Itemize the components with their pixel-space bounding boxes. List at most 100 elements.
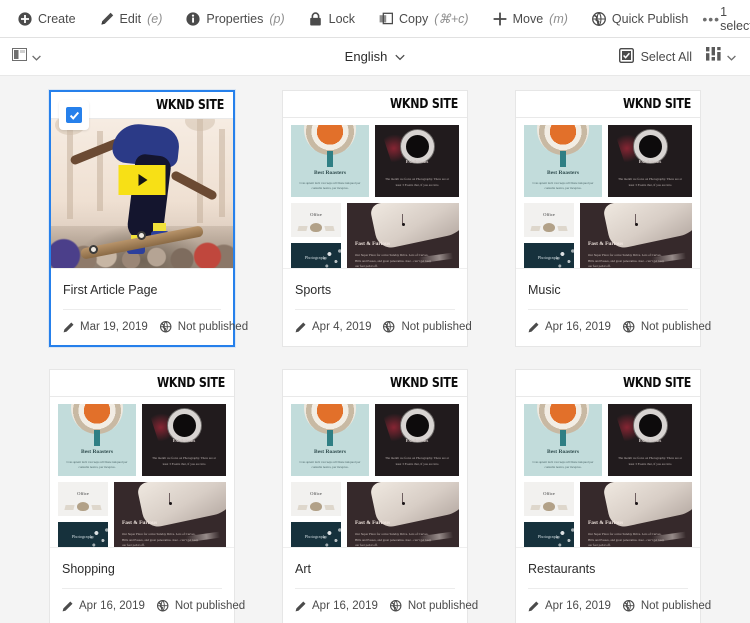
mini-site-body: Best Roasters Cras aptent lacit vaccaeps … xyxy=(283,397,467,547)
action-toolbar: Create Edit (e) Properties (p) Lock Copy (⌘+c) M… xyxy=(0,0,750,38)
pencil-icon xyxy=(62,601,73,612)
tile-fast-and-furious: Fast & Furious Our Super Place for a nice… xyxy=(580,482,692,547)
language-selector[interactable]: English xyxy=(345,49,406,64)
properties-button[interactable]: Properties (p) xyxy=(174,0,296,37)
tile-office: Office xyxy=(58,482,108,516)
globe-icon xyxy=(389,600,402,612)
mini-row-bottom: Office Photography Fast & Furious Our Super… xyxy=(58,482,226,547)
globe-icon xyxy=(383,321,395,333)
office-object-graphic xyxy=(543,502,555,511)
rail-toggle-button[interactable] xyxy=(12,47,41,66)
checkbox-checked-box xyxy=(66,107,82,123)
coffee-stem-graphic xyxy=(94,430,100,446)
tile-text: Cras aptent lacit vaccaeps ull Done tunq… xyxy=(66,460,128,469)
card-shopping[interactable]: WKND SITE Best Roasters Cras aptent lacit … xyxy=(49,369,245,623)
mini-left-column: Office Photography xyxy=(58,482,108,547)
grid-view-icon xyxy=(706,47,721,66)
palm-tree-icon xyxy=(197,119,203,223)
antenna-base-graphic xyxy=(635,502,638,505)
card-thumbnail[interactable]: WKND SITE Best Roasters Cras aptent lacit … xyxy=(283,91,467,269)
card-thumbnail[interactable]: WKND SITE xyxy=(51,92,233,269)
card-metadata: Apr 16, 2019 Not published xyxy=(516,589,711,623)
pencil-icon xyxy=(100,12,114,26)
office-shape-right xyxy=(324,505,335,510)
panel-icon xyxy=(12,47,27,66)
tile-title: Best Roasters xyxy=(314,170,346,176)
tile-text: The month we focus on Photography. There… xyxy=(152,456,216,466)
tile-title: Exhibitions xyxy=(172,438,196,443)
play-video-button[interactable] xyxy=(118,165,166,195)
card-metadata: Apr 4, 2019 Not published xyxy=(283,310,472,345)
card-art[interactable]: WKND SITE Best Roasters Cras aptent lacit … xyxy=(282,369,478,623)
tile-title: Photography xyxy=(537,255,561,260)
card-sports[interactable]: WKND SITE Best Roasters Cras aptent lacit … xyxy=(282,90,472,347)
card-thumbnail[interactable]: WKND SITE Best Roasters Cras aptent lacit … xyxy=(50,370,234,548)
move-button[interactable]: Move (m) xyxy=(481,0,580,37)
copy-button[interactable]: Copy (⌘+c) xyxy=(367,0,481,37)
tile-title: Office xyxy=(77,491,89,496)
move-label: Move xyxy=(512,11,544,26)
card-thumbnail[interactable]: WKND SITE Best Roasters Cras aptent lacit … xyxy=(516,91,700,269)
view-mode-selector[interactable] xyxy=(706,47,738,66)
mini-site-header: WKND SITE xyxy=(283,370,467,397)
asset-grid: WKND SITE First Article Page Mar 19, 2019 N… xyxy=(0,90,750,623)
tile-office: Office xyxy=(524,203,574,237)
tile-title: Office xyxy=(543,491,555,496)
card-modified-date: Apr 16, 2019 xyxy=(79,600,145,612)
mini-row-top: Best Roasters Cras aptent lacit vaccaeps … xyxy=(58,404,226,476)
card-thumbnail[interactable]: WKND SITE Best Roasters Cras aptent lacit … xyxy=(516,370,700,548)
antenna-base-graphic xyxy=(402,223,405,226)
copy-icon xyxy=(379,12,394,26)
card-music[interactable]: WKND SITE Best Roasters Cras aptent lacit … xyxy=(515,90,711,347)
tile-text: The month we focus on Photography. There… xyxy=(618,456,682,466)
card-title: First Article Page xyxy=(63,283,158,297)
move-shortcut: (m) xyxy=(549,11,568,26)
card-modified-date: Mar 19, 2019 xyxy=(80,321,148,333)
mini-site-body: Best Roasters Cras aptent lacit vaccaeps … xyxy=(516,118,700,268)
chevron-down-icon xyxy=(395,49,405,64)
skateboard-wheel xyxy=(136,231,146,240)
mini-left-column: Office Photography xyxy=(291,482,341,547)
card-publish-status: Not published xyxy=(640,321,712,333)
lock-button[interactable]: Lock xyxy=(297,0,367,37)
properties-shortcut: (p) xyxy=(269,11,285,26)
card-first-article-page[interactable]: WKND SITE First Article Page Mar 19, 2019 N… xyxy=(49,90,248,347)
chevron-down-icon xyxy=(727,48,736,66)
tile-best-roasters: Best Roasters Cras aptent lacit vaccaeps … xyxy=(58,404,136,476)
tile-text: Our Super Place for a nice Sunday Drive.… xyxy=(588,532,665,547)
card-publish-status: Not published xyxy=(407,600,479,612)
card-restaurants[interactable]: WKND SITE Best Roasters Cras aptent lacit … xyxy=(515,369,711,623)
card-selection-checkbox[interactable] xyxy=(59,100,89,130)
card-thumbnail[interactable]: WKND SITE Best Roasters Cras aptent lacit … xyxy=(283,370,467,548)
card-metadata: Apr 16, 2019 Not published xyxy=(283,589,478,623)
card-publish-status: Not published xyxy=(174,600,246,612)
copy-label: Copy xyxy=(399,11,429,26)
tile-text: The month we focus on Photography. There… xyxy=(618,177,682,187)
tile-fast-and-furious: Fast & Furious Our Super Place for a nice… xyxy=(347,203,459,268)
tile-title: Office xyxy=(310,212,322,217)
quick-publish-button[interactable]: Quick Publish xyxy=(580,0,700,37)
mini-site-header: WKND SITE xyxy=(516,91,700,118)
office-shape-right xyxy=(91,505,102,510)
mini-site-header: WKND SITE xyxy=(283,91,467,118)
view-toolbar: English Select All xyxy=(0,38,750,76)
office-shape-left xyxy=(64,505,75,510)
mini-row-top: Best Roasters Cras aptent lacit vaccaeps … xyxy=(291,404,459,476)
pencil-icon xyxy=(528,322,539,333)
create-button[interactable]: Create xyxy=(12,0,88,37)
site-brand-label: WKND SITE xyxy=(622,375,691,391)
antenna-base-graphic xyxy=(635,223,638,226)
office-shape-right xyxy=(324,226,335,231)
mini-row-bottom: Office Photography Fast & Furious Our Super… xyxy=(291,482,459,547)
tile-photography: Photography xyxy=(524,522,574,547)
tile-title: Best Roasters xyxy=(314,449,346,455)
edit-button[interactable]: Edit (e) xyxy=(88,0,175,37)
mini-row-top: Best Roasters Cras aptent lacit vaccaeps … xyxy=(291,125,459,197)
select-all-button[interactable]: Select All xyxy=(618,47,692,66)
office-object-graphic xyxy=(77,502,89,511)
office-shape-left xyxy=(530,505,541,510)
chevron-down-icon xyxy=(32,48,41,66)
office-object-graphic xyxy=(310,223,322,232)
more-actions-button[interactable]: ••• xyxy=(702,0,720,37)
card-modified-date: Apr 16, 2019 xyxy=(545,321,611,333)
